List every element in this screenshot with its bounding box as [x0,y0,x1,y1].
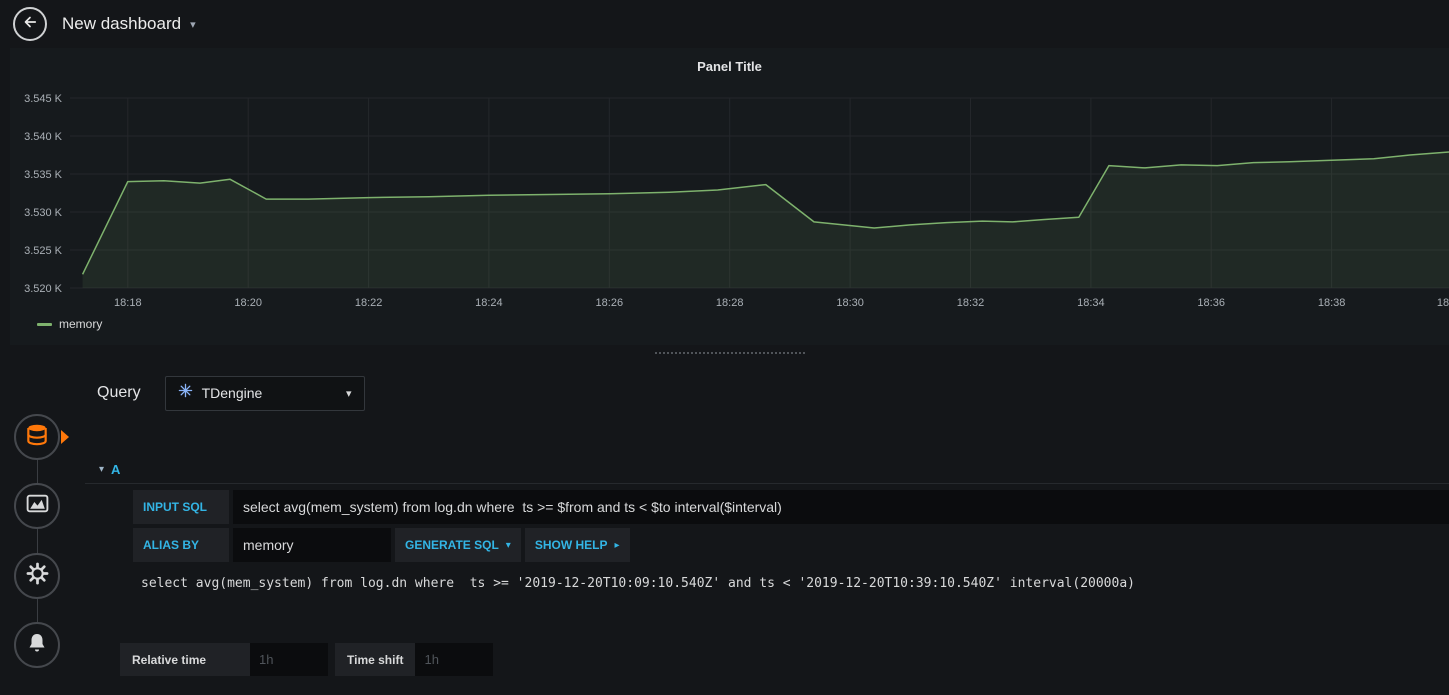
svg-text:18:24: 18:24 [475,297,503,309]
panel-resize-handle[interactable] [654,352,805,354]
svg-text:3.520 K: 3.520 K [24,283,63,295]
panel-editor: Query TDengine ▾ ▾ A INPUT SQL select av… [0,367,1449,687]
generate-sql-label: GENERATE SQL [405,538,499,552]
show-help-label: SHOW HELP [534,538,608,552]
query-header: Query TDengine ▾ [97,375,1449,411]
legend-label: memory [59,317,103,331]
time-shift-input[interactable] [415,643,494,676]
input-sql-row: INPUT SQL [133,490,1449,524]
time-series-chart[interactable]: 3.545 K 3.540 K 3.535 K 3.530 K 3.525 K 3.520… [10,88,1449,318]
query-editor-main: Query TDengine ▾ ▾ A INPUT SQL select av… [85,367,1449,687]
alias-by-field[interactable] [233,528,391,562]
chevron-down-icon: ▾ [99,463,105,475]
arrow-left-icon [21,13,39,36]
query-section-title: Query [97,384,141,401]
svg-text:3.540 K: 3.540 K [24,131,63,143]
svg-text:3.535 K: 3.535 K [24,169,63,181]
dashboard-title-dropdown[interactable]: New dashboard ▾ [62,14,196,34]
svg-text:18:36: 18:36 [1197,297,1225,309]
generated-sql-preview: select avg(mem_system) from log.dn where… [141,576,1135,591]
svg-text:3.530 K: 3.530 K [24,207,63,219]
panel-title[interactable]: Panel Title [10,59,1449,74]
time-shift-label: Time shift [335,643,416,676]
top-nav: New dashboard ▾ [0,0,1449,48]
tdengine-logo-icon [178,383,193,403]
svg-text:18:18: 18:18 [114,297,142,309]
graph-panel: Panel Title 3.545 K 3.540 K 3.535 K 3.530 K… [10,48,1449,345]
panel-resize-row [10,345,1449,361]
svg-text:18:32: 18:32 [957,297,985,309]
datasource-picker[interactable]: TDengine ▾ [164,375,365,411]
query-row-collapse[interactable]: ▾ A [85,455,1449,484]
chart-icon [25,491,50,521]
rail-connector-line [37,437,38,647]
show-help-button[interactable]: SHOW HELP ▸ [524,528,630,562]
generate-sql-button[interactable]: GENERATE SQL ▾ [395,528,521,562]
tab-alert[interactable] [14,622,60,668]
svg-text:18:38: 18:38 [1318,297,1346,309]
bell-icon [25,631,49,660]
tab-general[interactable] [14,553,60,599]
datasource-name: TDengine [201,385,263,401]
active-tab-arrow-icon [61,430,69,444]
svg-text:18:30: 18:30 [836,297,864,309]
svg-text:18: 18 [1437,297,1449,309]
svg-text:18:20: 18:20 [234,297,262,309]
time-shift-pair: Time shift [335,643,494,676]
alias-by-label: ALIAS BY [133,528,229,562]
svg-text:3.525 K: 3.525 K [24,245,63,257]
relative-time-pair: Relative time [120,643,328,676]
tab-queries[interactable] [14,414,60,460]
input-sql-label: INPUT SQL [133,490,229,524]
svg-text:18:34: 18:34 [1077,297,1105,309]
relative-time-label: Relative time [120,643,250,676]
editor-tab-rail [0,367,85,687]
svg-text:18:28: 18:28 [716,297,744,309]
dashboard-title: New dashboard [62,14,182,33]
svg-text:18:26: 18:26 [596,297,624,309]
gear-icon [25,561,50,591]
time-options-row: Relative time Time shift [120,643,1449,676]
chevron-right-icon: ▸ [614,539,620,551]
input-sql-field[interactable] [233,490,1449,524]
query-row-letter: A [111,461,121,477]
back-button[interactable] [13,7,47,41]
svg-text:18:22: 18:22 [355,297,383,309]
chevron-down-icon: ▾ [190,18,196,31]
database-icon [24,422,50,453]
legend-swatch [37,322,52,326]
alias-by-row: ALIAS BY GENERATE SQL ▾ SHOW HELP ▸ [133,528,1449,562]
relative-time-input[interactable] [250,643,328,676]
chevron-down-icon: ▾ [346,387,352,400]
tab-visualization[interactable] [14,483,60,529]
svg-text:3.545 K: 3.545 K [24,93,63,105]
chevron-down-icon: ▾ [505,539,511,551]
legend-item-memory[interactable]: memory [37,317,102,331]
